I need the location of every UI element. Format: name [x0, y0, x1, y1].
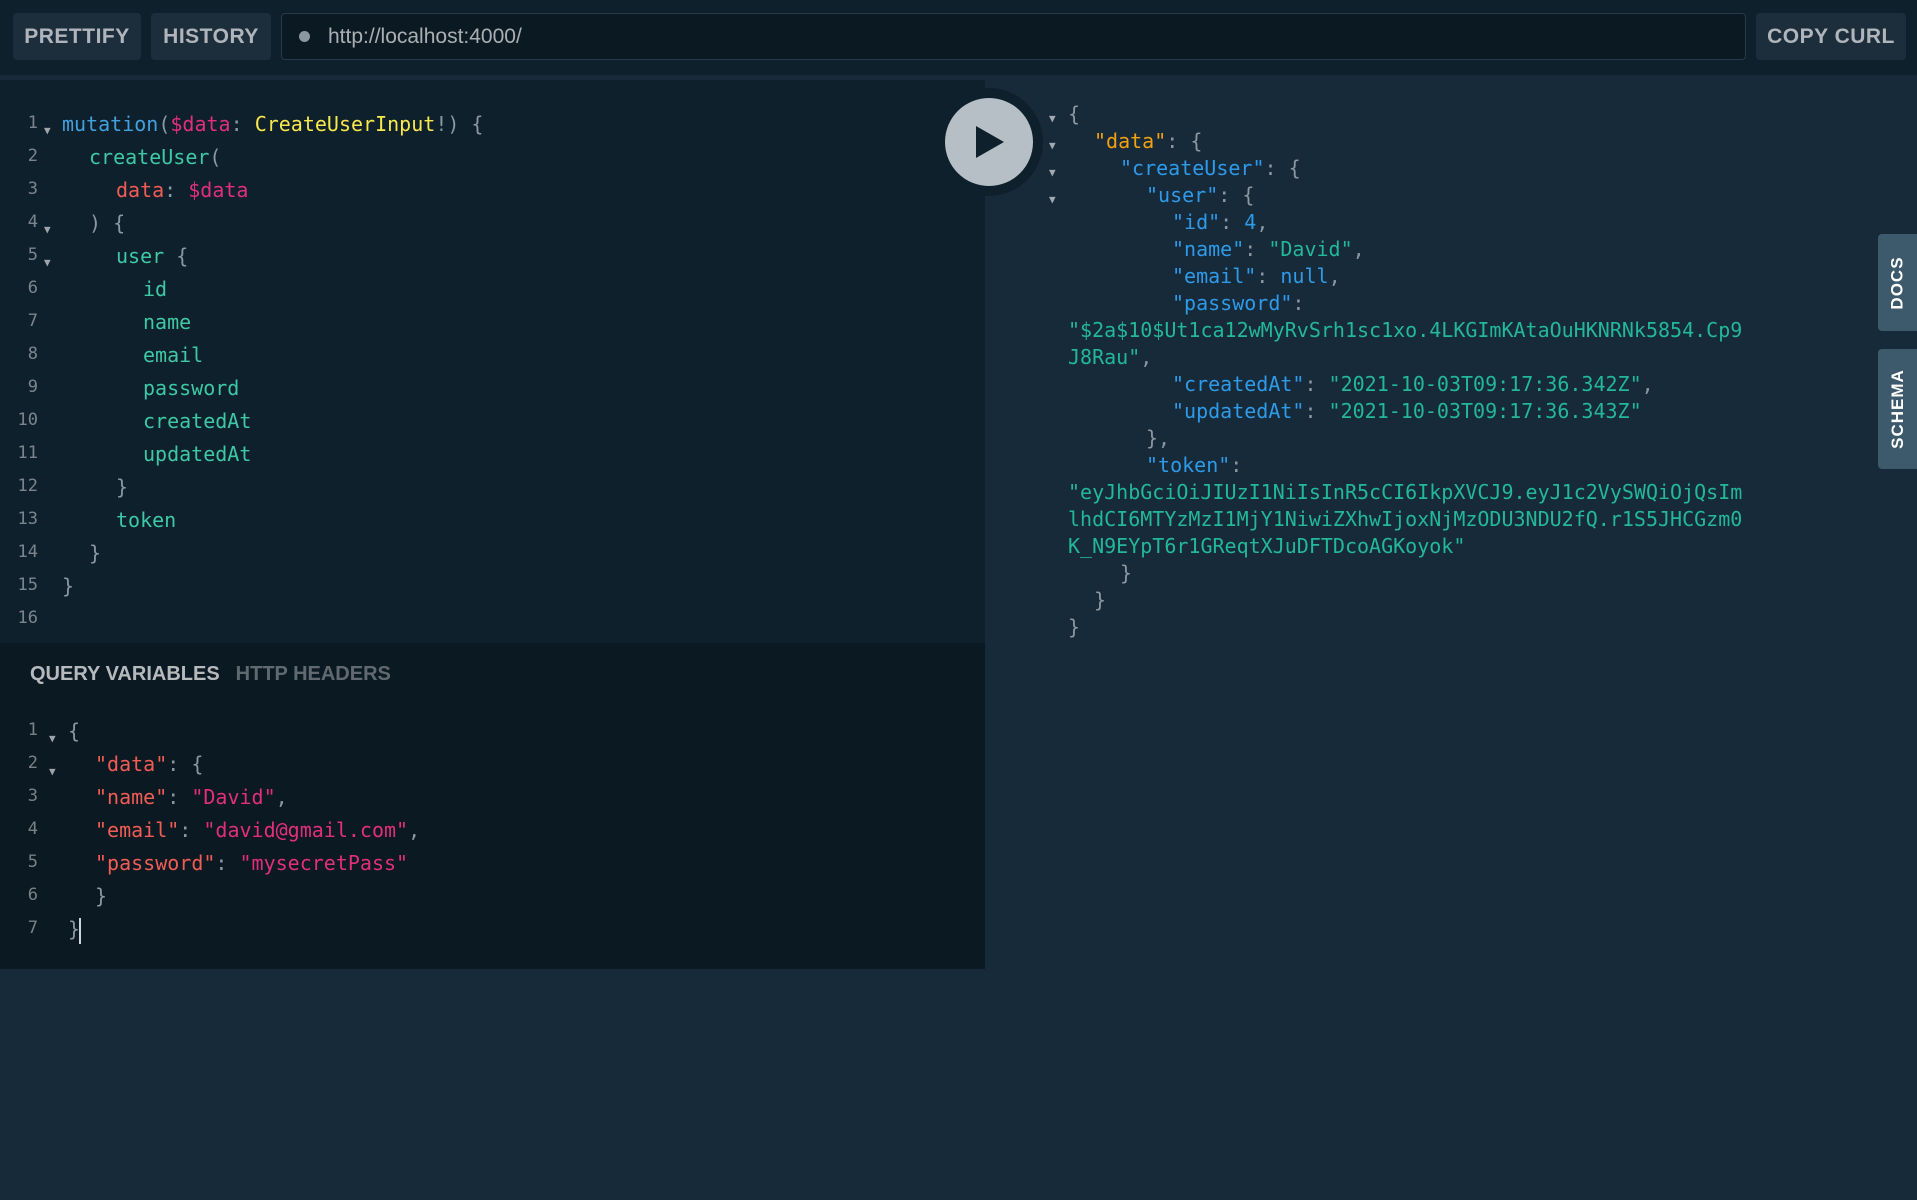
fold-arrow-icon[interactable]: ▼ [1049, 193, 1056, 206]
docs-tab-label: DOCS [1888, 255, 1907, 310]
code-line: token [116, 508, 177, 532]
code-line: user { [116, 244, 189, 268]
json-line: } [1120, 561, 1133, 585]
variables-tabs: QUERY VARIABLES HTTP HEADERS [30, 654, 391, 694]
line-number: 15 [17, 575, 38, 595]
toolbar: PRETTIFY HISTORY http://localhost:4000/ … [0, 0, 1917, 75]
tab-http-headers[interactable]: HTTP HEADERS [236, 663, 391, 686]
code-line: mutation($data: CreateUserInput!) { [62, 112, 484, 136]
status-dot-icon [299, 31, 310, 42]
fold-arrow-icon[interactable]: ▼ [44, 223, 51, 236]
result-viewer: ▼ ▼ ▼ ▼ { "data": { "createUser": { "use… [985, 75, 1917, 969]
code-line: id [143, 277, 168, 301]
fold-arrow-icon[interactable]: ▼ [1049, 166, 1056, 179]
json-line: } [1094, 588, 1107, 612]
execute-query-button[interactable] [945, 98, 1033, 186]
code-line: password [143, 376, 240, 400]
play-icon [976, 126, 1004, 158]
json-line: { [1068, 102, 1081, 126]
code-line: { [68, 719, 81, 743]
prettify-button[interactable]: PRETTIFY [13, 13, 141, 60]
line-number: 16 [17, 608, 38, 628]
json-line: "updatedAt": "2021-10-03T09:17:36.343Z" [1172, 399, 1642, 423]
line-number: 2 [27, 146, 38, 166]
schema-tab[interactable]: SCHEMA [1878, 349, 1917, 469]
fold-arrow-icon[interactable]: ▼ [1049, 139, 1056, 152]
code-line: data: $data [116, 178, 249, 202]
fold-arrow-icon[interactable]: ▼ [1049, 112, 1056, 125]
line-number: 8 [27, 344, 38, 364]
line-number: 4 [27, 819, 38, 839]
code-line: createUser( [89, 145, 222, 169]
code-line: ) { [89, 211, 126, 235]
endpoint-url-text: http://localhost:4000/ [328, 24, 522, 48]
line-number: 13 [17, 509, 38, 529]
line-number: 5 [27, 245, 38, 265]
line-number: 14 [17, 542, 38, 562]
code-line: "password": "mysecretPass" [95, 851, 409, 875]
fold-arrow-icon[interactable]: ▼ [44, 124, 51, 137]
line-number: 1 [27, 720, 38, 740]
json-line: } [1068, 615, 1081, 639]
line-number: 11 [17, 443, 38, 463]
variables-editor[interactable]: 1 2 3 4 5 6 7 ▼ ▼ { "data": { "name": "D… [0, 719, 985, 969]
code-line: name [143, 310, 192, 334]
history-button[interactable]: HISTORY [151, 13, 271, 60]
query-editor[interactable]: 1 2 3 4 5 6 7 8 9 10 11 12 13 14 15 16 ▼… [0, 80, 985, 643]
code-line: createdAt [143, 409, 252, 433]
schema-tab-label: SCHEMA [1888, 369, 1908, 449]
json-line: "$2a$10$Ut1ca12wMyRvSrh1sc1xo.4LKGImKAta… [1068, 318, 1743, 342]
fold-arrow-icon[interactable]: ▼ [49, 765, 56, 778]
line-number: 12 [17, 476, 38, 496]
line-number: 9 [27, 377, 38, 397]
code-line: } [89, 541, 102, 565]
text-cursor [79, 918, 81, 944]
code-line: } [62, 574, 75, 598]
line-number: 2 [27, 753, 38, 773]
line-number: 6 [27, 885, 38, 905]
execute-query-button-ring [935, 88, 1043, 196]
line-number: 10 [17, 410, 38, 430]
code-line: updatedAt [143, 442, 252, 466]
endpoint-url-input[interactable]: http://localhost:4000/ [281, 13, 1746, 60]
code-line: email [143, 343, 204, 367]
line-number: 6 [27, 278, 38, 298]
line-number: 7 [27, 311, 38, 331]
code-line: "name": "David", [95, 785, 288, 809]
line-number: 5 [27, 852, 38, 872]
fold-arrow-icon[interactable]: ▼ [44, 256, 51, 269]
line-number: 3 [27, 786, 38, 806]
line-number: 1 [27, 113, 38, 133]
line-number: 7 [27, 918, 38, 938]
line-number: 4 [27, 212, 38, 232]
docs-tab[interactable]: DOCS [1878, 234, 1917, 331]
code-line: "email": "david@gmail.com", [95, 818, 421, 842]
code-line: "data": { [95, 752, 204, 776]
code-line: } [95, 884, 108, 908]
tab-query-variables[interactable]: QUERY VARIABLES [30, 663, 220, 686]
json-line: J8Rau", [1068, 345, 1153, 369]
fold-arrow-icon[interactable]: ▼ [49, 732, 56, 745]
code-line: } [116, 475, 129, 499]
copy-curl-button[interactable]: COPY CURL [1756, 13, 1906, 60]
line-number: 3 [27, 179, 38, 199]
